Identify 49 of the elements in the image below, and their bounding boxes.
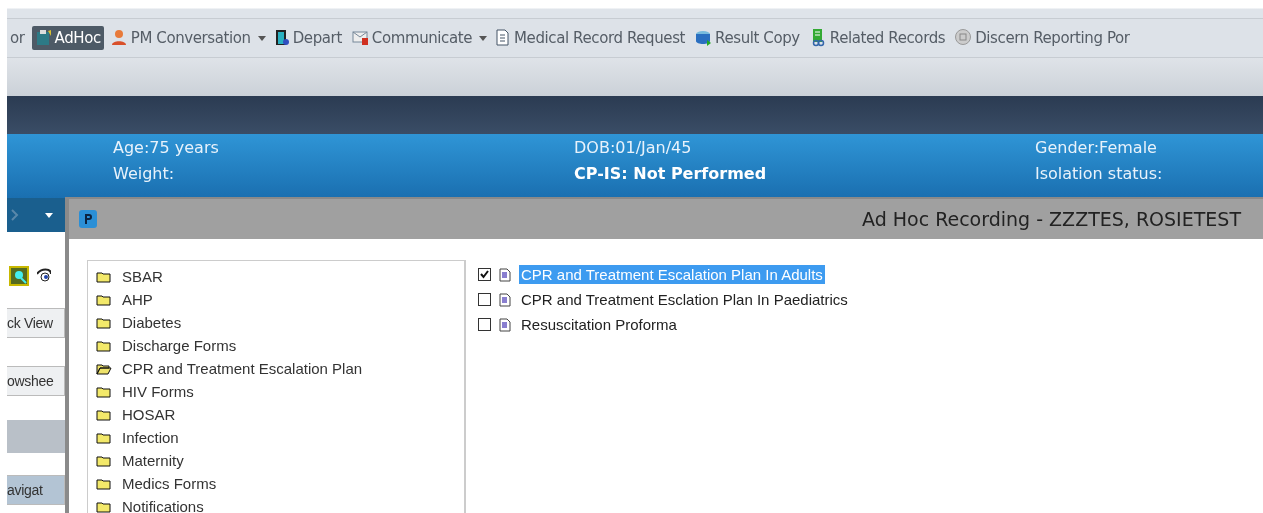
toolbar-button[interactable]: Discern Reporting Por (952, 26, 1133, 50)
chevron-icon (11, 209, 19, 221)
toolbar-button[interactable]: or (7, 26, 28, 50)
folder-item[interactable]: Medics Forms (88, 472, 464, 495)
person-icon (110, 29, 128, 47)
document-icon (499, 267, 511, 282)
folder-item[interactable]: CPR and Treatment Escalation Plan (88, 357, 464, 380)
checkbox[interactable] (478, 268, 491, 281)
form-item[interactable]: Resuscitation Proforma (519, 315, 679, 334)
banner-field: Weight: (113, 163, 574, 185)
toolbar-button[interactable]: Communicate (348, 26, 476, 50)
dialog-title: Ad Hoc Recording - ZZZTES, ROSIETEST (861, 208, 1241, 230)
folder-item[interactable]: Infection (88, 426, 464, 449)
toolbar-button[interactable]: Result Copy (692, 26, 803, 50)
section-bar (7, 420, 65, 453)
folder-item[interactable]: HOSAR (88, 403, 464, 426)
folder-item[interactable]: AHP (88, 288, 464, 311)
toolbar-button[interactable]: Related Records (806, 26, 949, 50)
side-button[interactable]: ck View (7, 308, 65, 338)
search-icon (9, 266, 29, 286)
app-icon (79, 210, 97, 228)
envelope-icon (351, 29, 369, 47)
document-icon (494, 29, 512, 47)
folder-item[interactable]: Maternity (88, 449, 464, 472)
side-button[interactable]: owshee (7, 366, 65, 396)
folder-item[interactable]: Diabetes (88, 311, 464, 334)
banner-field: Isolation status: (1035, 163, 1163, 185)
toolbar-button[interactable]: Medical Record Request (491, 26, 689, 50)
folder-item[interactable]: HIV Forms (88, 380, 464, 403)
banner-field: CP-IS: Not Performed (574, 163, 1035, 185)
folder-item[interactable]: SBAR (88, 265, 464, 288)
document-icon (499, 317, 511, 332)
form-item[interactable]: CPR and Treatment Esclation Plan In Paediatrics (519, 290, 850, 309)
banner-field: DOB:01/Jan/45 (574, 137, 1035, 159)
dropdown-icon (45, 212, 53, 218)
database-icon (695, 29, 713, 47)
side-button[interactable]: avigat (7, 475, 65, 505)
disc-icon (955, 29, 973, 47)
toolbar-button[interactable]: PM Conversation (107, 26, 254, 50)
banner-field: Age:75 years (113, 137, 574, 159)
folder-item[interactable]: Discharge Forms (88, 334, 464, 357)
toolbar-button[interactable]: AdHoc (31, 26, 104, 50)
clipboard-icon (34, 29, 52, 47)
checkbox[interactable] (478, 318, 491, 331)
document-icon (499, 292, 511, 307)
toolbar-button[interactable]: Depart (269, 26, 345, 50)
banner-field: Gender:Female (1035, 137, 1163, 159)
checkbox[interactable] (478, 293, 491, 306)
folder-item[interactable]: Notifications (88, 495, 464, 513)
